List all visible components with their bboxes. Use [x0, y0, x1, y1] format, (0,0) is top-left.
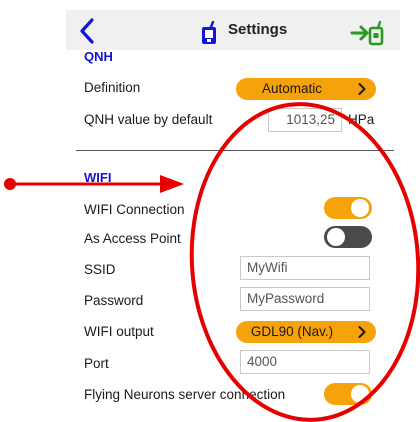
definition-value: Automatic [261, 81, 323, 96]
section-divider [76, 150, 394, 151]
wifi-section-title: WIFI [84, 170, 112, 185]
definition-select[interactable]: Automatic [236, 78, 376, 100]
access-point-label: As Access Point [84, 231, 181, 246]
exit-button[interactable] [350, 18, 386, 46]
toggle-knob [327, 228, 345, 246]
wifi-output-label: WIFI output [84, 324, 154, 339]
chevron-right-icon [358, 326, 366, 338]
wifi-output-value: GDL90 (Nav.) [250, 324, 334, 339]
server-connection-label: Flying Neurons server connection [84, 387, 286, 402]
exit-to-device-icon [350, 20, 384, 46]
toggle-knob [351, 199, 369, 217]
toggle-knob [351, 385, 369, 403]
ssid-input[interactable]: MyWifi [240, 256, 370, 280]
server-connection-toggle[interactable] [324, 383, 372, 405]
qnh-section-title: QNH [84, 49, 113, 64]
ssid-label: SSID [84, 262, 116, 277]
qnh-default-label: QNH value by default [84, 112, 213, 127]
wifi-output-select[interactable]: GDL90 (Nav.) [236, 321, 376, 343]
chevron-right-icon [358, 83, 366, 95]
device-icon [202, 21, 216, 44]
definition-label: Definition [84, 80, 141, 95]
chevron-left-icon [80, 18, 94, 44]
port-label: Port [84, 356, 109, 371]
wifi-connection-label: WIFI Connection [84, 202, 185, 217]
arrow-tail-dot [4, 178, 16, 190]
access-point-toggle[interactable] [324, 226, 372, 248]
wifi-connection-toggle[interactable] [324, 197, 372, 219]
page-title: Settings [228, 21, 288, 38]
port-input[interactable]: 4000 [240, 350, 370, 374]
qnh-default-input[interactable]: 1013,25 [268, 108, 342, 132]
password-input[interactable]: MyPassword [240, 287, 370, 311]
password-label: Password [84, 293, 144, 308]
back-button[interactable] [78, 18, 96, 44]
qnh-unit: HPa [348, 112, 375, 127]
